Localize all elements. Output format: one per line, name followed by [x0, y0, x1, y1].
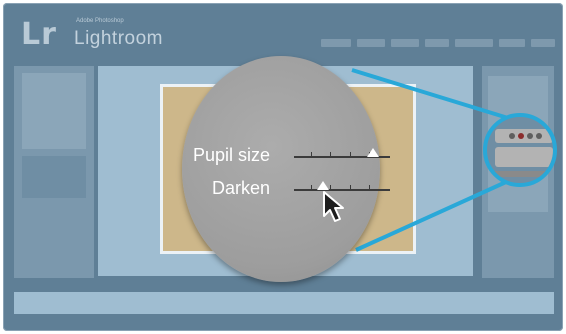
slider-tick — [349, 152, 351, 158]
darken-label: Darken — [212, 178, 271, 198]
slider-tick — [368, 185, 370, 191]
slider-thumb[interactable] — [316, 181, 329, 190]
red-eye-tool-icon — [518, 133, 524, 139]
slider-tick — [349, 185, 351, 191]
zoom-callout-icon — [483, 113, 557, 187]
tool-dot-icon — [509, 133, 515, 139]
slider-tick — [330, 152, 332, 158]
slider-tick — [311, 185, 313, 191]
callout-line-top — [351, 68, 509, 120]
tool-dot-icon — [527, 133, 533, 139]
arrow-pointer-icon — [323, 191, 344, 222]
slider-thumb[interactable] — [366, 148, 379, 157]
zoomed-tool-options — [495, 147, 553, 167]
magnifier-loupe — [182, 56, 380, 282]
tool-dot-icon — [536, 133, 542, 139]
pupil-size-label: Pupil size — [193, 145, 271, 165]
zoomed-toolbar — [495, 129, 553, 143]
pupil-size-slider[interactable] — [294, 148, 390, 164]
slider-tick — [311, 152, 313, 158]
zoomed-strip — [491, 171, 553, 177]
